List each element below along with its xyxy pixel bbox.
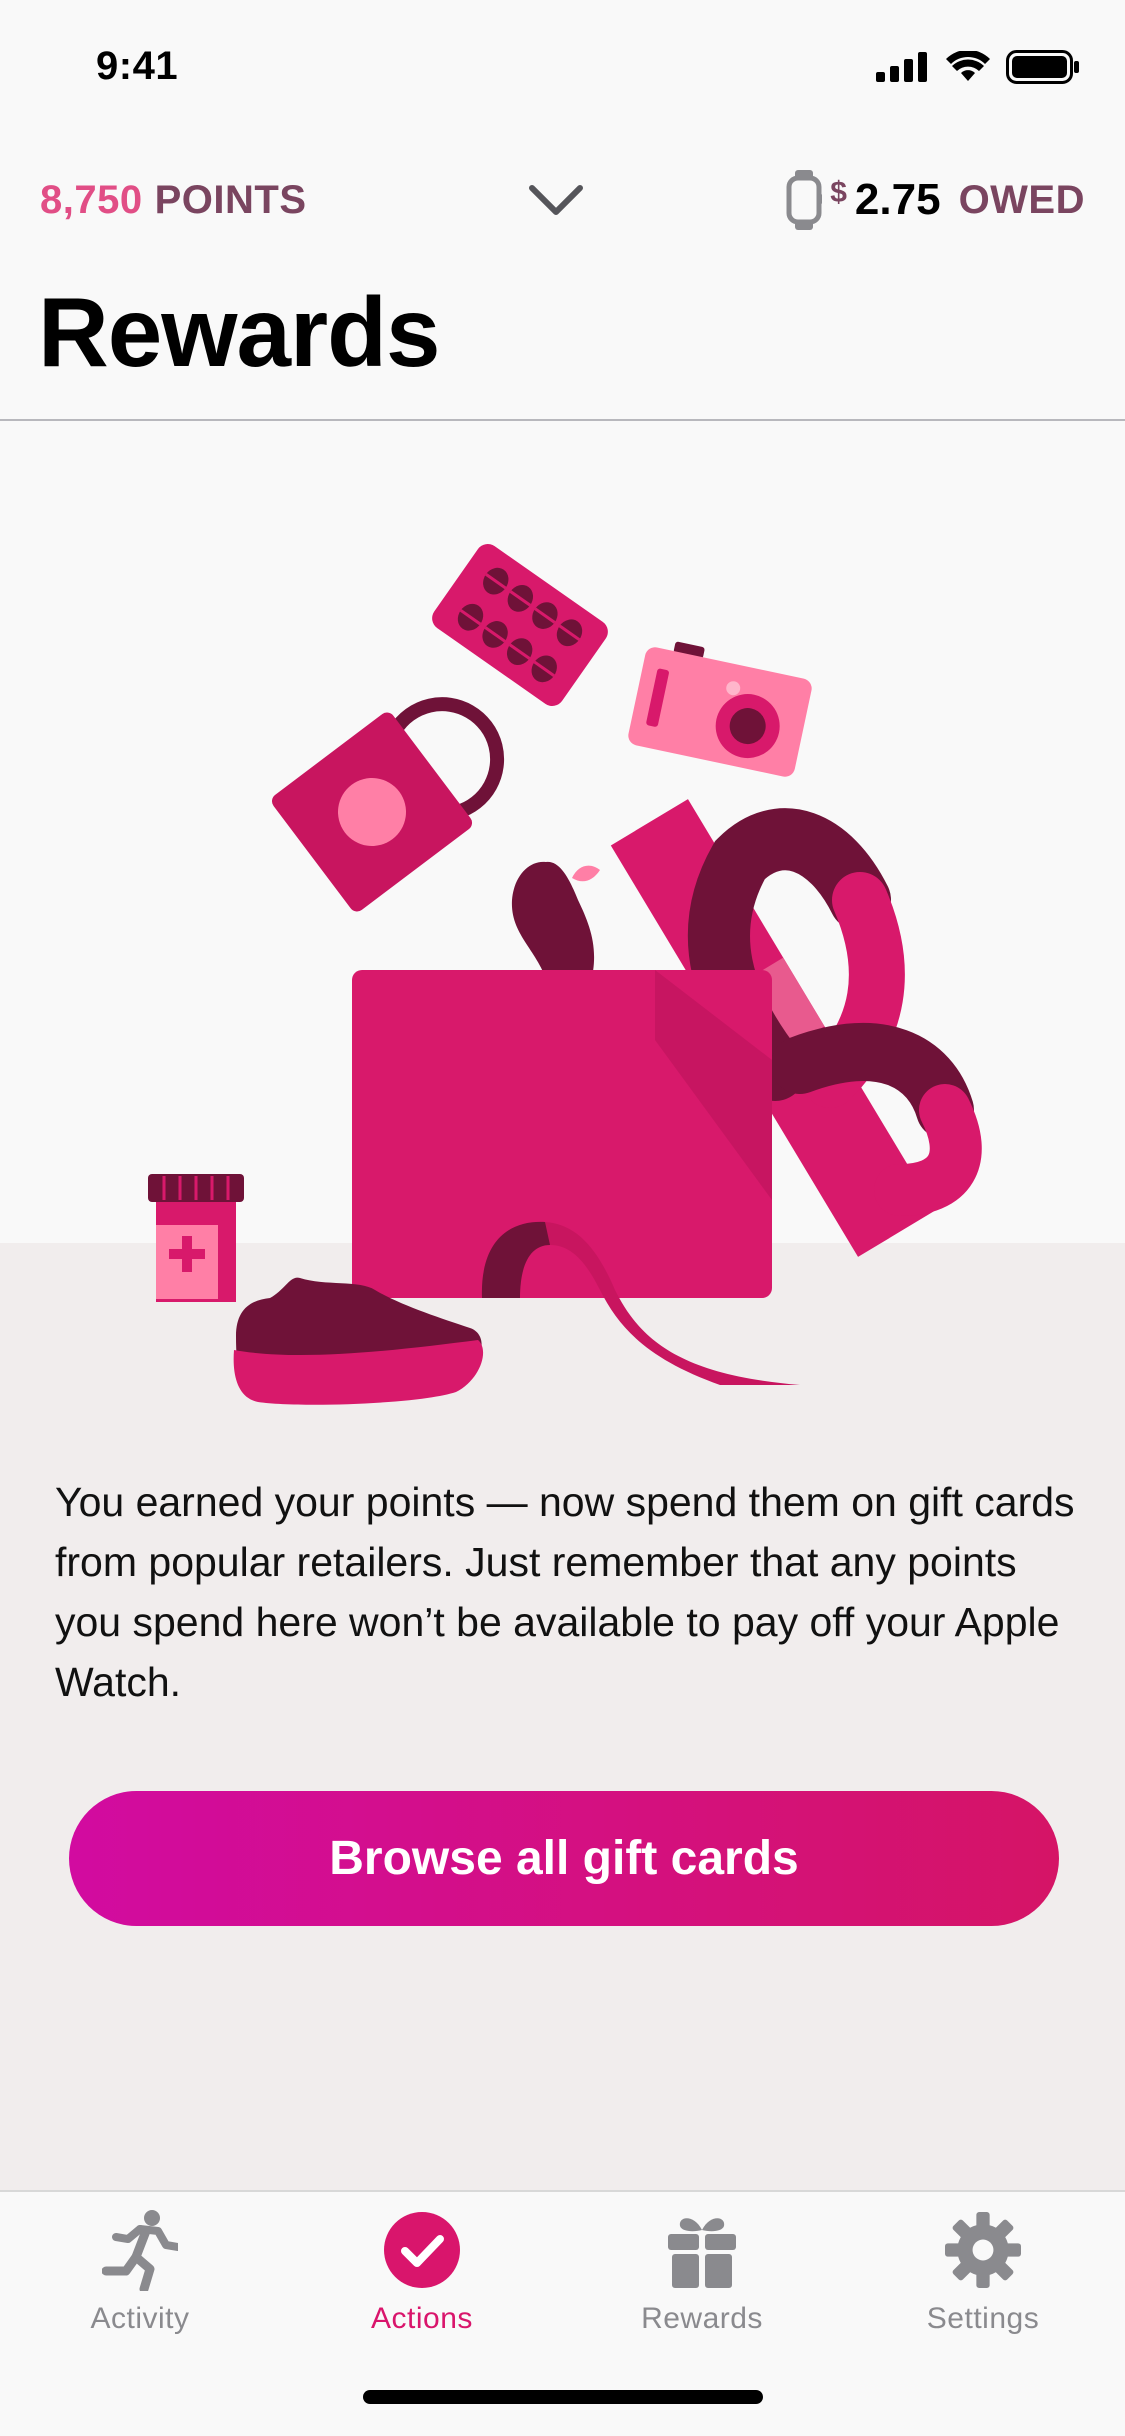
pear-illustration <box>511 861 600 985</box>
watch-balance[interactable]: $ 2.75 OWED <box>786 170 1085 230</box>
points-value: 8,750 <box>40 178 143 222</box>
tab-label-actions: Actions <box>371 2302 473 2335</box>
owed-amount: 2.75 <box>854 175 941 224</box>
chevron-down-icon[interactable] <box>526 178 586 222</box>
mug-illustration <box>271 697 505 912</box>
medicine-bottle-illustration <box>148 1174 244 1302</box>
gift-box-illustration <box>148 544 982 1405</box>
pill-pack-illustration <box>432 544 608 706</box>
status-icons <box>876 50 1080 84</box>
cellular-signal-icon <box>876 52 927 82</box>
rewards-description: You earned your points — now spend them … <box>55 1479 1075 1705</box>
wifi-icon <box>946 51 990 81</box>
tab-label-settings: Settings <box>926 2302 1040 2335</box>
gift-icon <box>664 2212 740 2288</box>
rewards-screen: 9:41 8,750 POINTS $ 2.75 OWED Rewards Yo… <box>0 0 1125 2436</box>
tab-settings[interactable]: Settings <box>873 2212 1093 2342</box>
checkmark-circle-icon <box>384 2212 460 2288</box>
camera-illustration <box>628 641 812 777</box>
page-title: Rewards <box>38 277 441 387</box>
points-label: POINTS <box>154 178 307 222</box>
battery-icon <box>1006 50 1079 84</box>
tab-label-rewards: Rewards <box>641 2302 763 2335</box>
owed-label: OWED <box>958 177 1085 222</box>
apple-watch-icon <box>786 170 823 230</box>
points-balance[interactable]: 8,750 POINTS <box>40 178 307 223</box>
owed-currency: $ <box>830 176 847 209</box>
status-time: 9:41 <box>96 44 179 88</box>
tab-actions[interactable]: Actions <box>312 2212 532 2342</box>
browse-gift-cards-button[interactable]: Browse all gift cards <box>69 1791 1059 1926</box>
tab-label-activity: Activity <box>90 2302 190 2335</box>
header-row: 8,750 POINTS $ 2.75 OWED <box>0 160 1125 240</box>
status-bar: 9:41 <box>0 0 1125 132</box>
gear-icon <box>945 2212 1021 2288</box>
gift-box-body-illustration <box>352 970 772 1298</box>
running-person-icon <box>102 2210 178 2291</box>
tab-activity[interactable]: Activity <box>30 2210 250 2342</box>
tab-rewards[interactable]: Rewards <box>592 2212 812 2342</box>
home-indicator <box>363 2390 763 2404</box>
